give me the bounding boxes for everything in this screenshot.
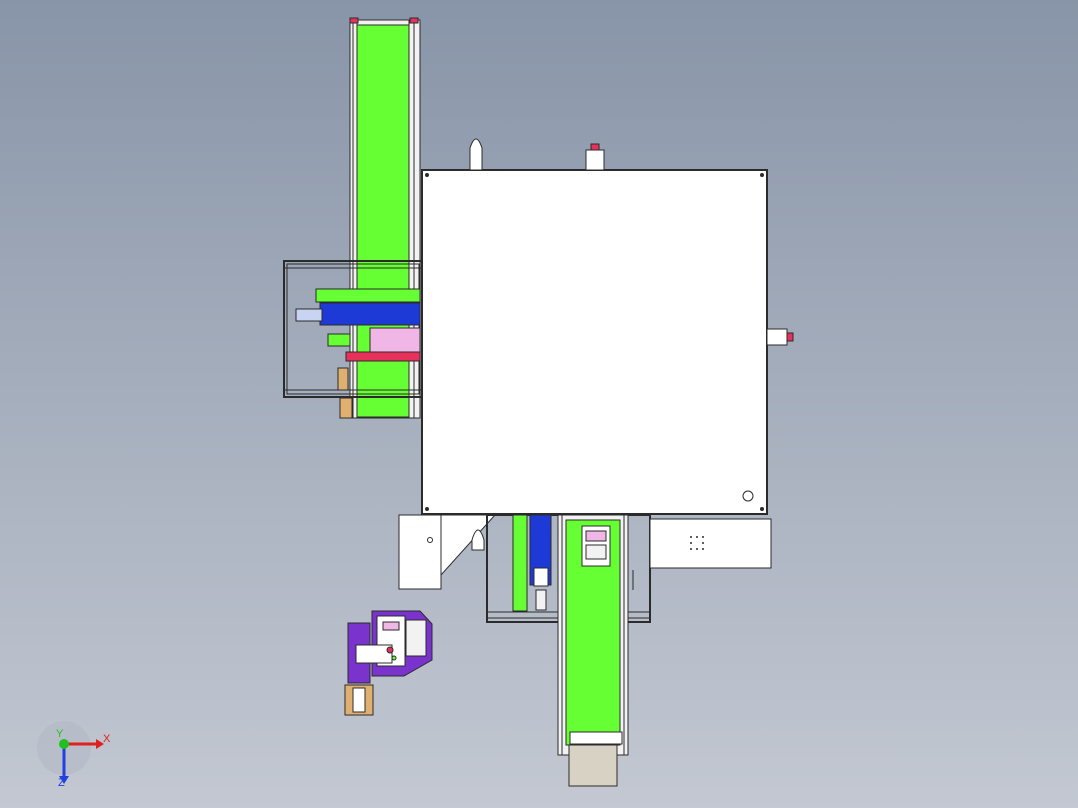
control-box[interactable] [649,518,772,569]
assembly-view[interactable] [0,0,1078,808]
bearing-block [337,367,349,391]
pusher-cylinder[interactable] [319,302,421,326]
z-axis-label: Z [58,777,65,789]
lower-guide-green [512,514,528,612]
machine-cover[interactable] [421,169,768,515]
bottom-conveyor[interactable] [557,514,629,787]
orientation-triad[interactable] [37,721,104,784]
sensor-plate [369,327,421,353]
guide-rail-green [315,288,421,303]
gripper-subassembly[interactable] [344,610,433,716]
discharge-chute [568,744,618,787]
emergency-stop-top[interactable] [585,149,605,171]
y-axis-label: Y [56,728,64,740]
cylinder-rod [295,308,323,322]
lower-frame[interactable] [486,514,772,623]
y-axis-dot [59,739,69,749]
lower-left-housing[interactable] [398,514,497,590]
x-axis-label: X [103,733,111,745]
hopper-spout [469,138,483,171]
end-cap-right [409,17,419,24]
cable-gland [742,490,754,502]
end-cap-left [349,17,359,24]
cad-graphics-area[interactable]: X Y Z [0,0,1078,808]
emergency-stop-side[interactable] [766,328,788,346]
stop-rail [345,351,421,362]
valve-block [327,333,351,347]
bearing-block-lower [339,397,353,419]
